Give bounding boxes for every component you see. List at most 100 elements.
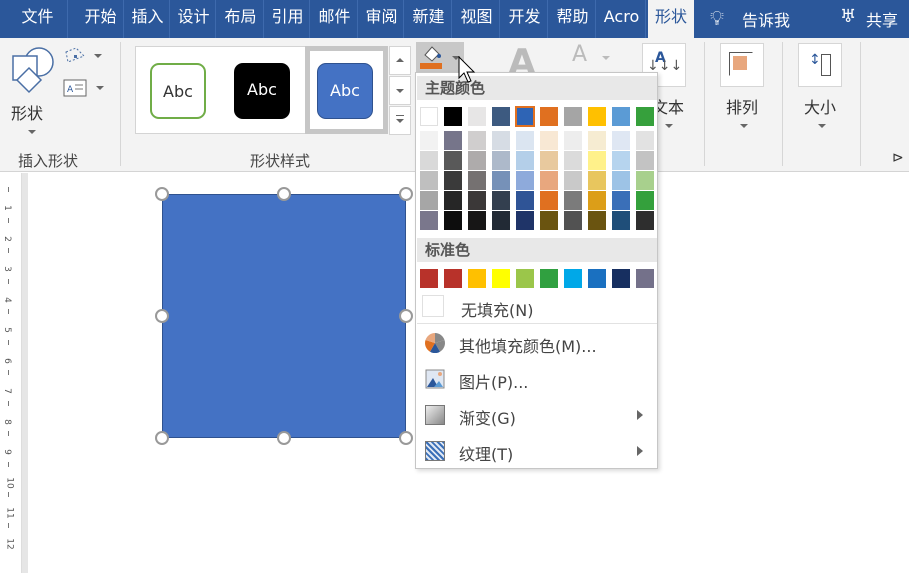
tab-1[interactable]: 开始 xyxy=(78,0,124,38)
theme-color-swatch[interactable] xyxy=(612,107,630,126)
theme-shade-swatch[interactable] xyxy=(540,191,558,210)
theme-shade-swatch[interactable] xyxy=(636,191,654,210)
theme-color-swatch[interactable] xyxy=(588,107,606,126)
theme-color-swatch[interactable] xyxy=(564,107,582,126)
theme-shade-swatch[interactable] xyxy=(492,171,510,190)
theme-shade-swatch[interactable] xyxy=(588,151,606,170)
theme-shade-swatch[interactable] xyxy=(636,171,654,190)
tab-2[interactable]: 插入 xyxy=(126,0,170,38)
resize-handle[interactable] xyxy=(155,187,169,201)
gallery-scroll-down[interactable] xyxy=(389,76,411,105)
standard-color-swatch[interactable] xyxy=(492,269,510,288)
theme-shade-swatch[interactable] xyxy=(420,131,438,150)
theme-shade-swatch[interactable] xyxy=(612,131,630,150)
gallery-scroll-up[interactable] xyxy=(389,46,411,75)
standard-color-swatch[interactable] xyxy=(540,269,558,288)
tab-13[interactable]: 形状 xyxy=(648,0,694,38)
lightbulb-icon[interactable]: 💡︎ xyxy=(710,6,724,30)
theme-shade-swatch[interactable] xyxy=(588,131,606,150)
theme-shade-swatch[interactable] xyxy=(516,131,534,150)
theme-shade-swatch[interactable] xyxy=(444,151,462,170)
tab-0[interactable]: 文件 xyxy=(8,0,68,38)
standard-color-swatch[interactable] xyxy=(444,269,462,288)
shape-fill-button[interactable] xyxy=(416,42,464,72)
theme-shade-swatch[interactable] xyxy=(540,211,558,230)
theme-shade-swatch[interactable] xyxy=(516,151,534,170)
theme-color-swatch[interactable] xyxy=(468,107,486,126)
theme-shade-swatch[interactable] xyxy=(612,211,630,230)
tab-5[interactable]: 引用 xyxy=(266,0,310,38)
tab-4[interactable]: 布局 xyxy=(218,0,264,38)
tab-9[interactable]: 视图 xyxy=(454,0,500,38)
theme-shade-swatch[interactable] xyxy=(492,191,510,210)
theme-shade-swatch[interactable] xyxy=(444,211,462,230)
standard-color-swatch[interactable] xyxy=(588,269,606,288)
theme-shade-swatch[interactable] xyxy=(564,211,582,230)
theme-shade-swatch[interactable] xyxy=(468,191,486,210)
theme-shade-swatch[interactable] xyxy=(588,171,606,190)
style-preset-blue[interactable]: Abc xyxy=(317,63,373,119)
size-button[interactable]: ↕ 大小 xyxy=(796,38,846,138)
texture-fill-item[interactable]: 纹理(T) xyxy=(417,434,657,468)
tab-10[interactable]: 开发 xyxy=(502,0,548,38)
theme-shade-swatch[interactable] xyxy=(636,131,654,150)
standard-color-swatch[interactable] xyxy=(564,269,582,288)
share-button[interactable]: 共享 xyxy=(866,7,898,31)
theme-shade-swatch[interactable] xyxy=(516,211,534,230)
theme-shade-swatch[interactable] xyxy=(420,211,438,230)
theme-shade-swatch[interactable] xyxy=(564,191,582,210)
collapse-ribbon-icon[interactable]: ⊳ xyxy=(892,150,904,166)
tell-me-button[interactable]: 告诉我 xyxy=(742,7,790,31)
text-box-button[interactable]: A xyxy=(62,78,104,100)
theme-color-swatch[interactable] xyxy=(636,107,654,126)
theme-shade-swatch[interactable] xyxy=(516,191,534,210)
gradient-fill-item[interactable]: 渐变(G) xyxy=(417,398,657,432)
resize-handle[interactable] xyxy=(277,187,291,201)
theme-color-swatch[interactable] xyxy=(540,107,558,126)
theme-shade-swatch[interactable] xyxy=(492,211,510,230)
theme-color-swatch[interactable] xyxy=(515,106,535,127)
theme-shade-swatch[interactable] xyxy=(636,211,654,230)
theme-shade-swatch[interactable] xyxy=(444,171,462,190)
theme-shade-swatch[interactable] xyxy=(420,191,438,210)
standard-color-swatch[interactable] xyxy=(468,269,486,288)
shapes-button[interactable]: 形状 xyxy=(4,42,56,138)
arrange-button[interactable]: 排列 xyxy=(718,38,768,138)
theme-shade-swatch[interactable] xyxy=(540,171,558,190)
theme-shade-swatch[interactable] xyxy=(588,211,606,230)
theme-shade-swatch[interactable] xyxy=(444,131,462,150)
theme-shade-swatch[interactable] xyxy=(540,131,558,150)
theme-color-swatch[interactable] xyxy=(444,107,462,126)
theme-shade-swatch[interactable] xyxy=(612,171,630,190)
resize-handle[interactable] xyxy=(155,431,169,445)
tab-6[interactable]: 邮件 xyxy=(312,0,358,38)
standard-color-swatch[interactable] xyxy=(636,269,654,288)
tab-7[interactable]: 审阅 xyxy=(360,0,404,38)
resize-handle[interactable] xyxy=(399,187,413,201)
theme-color-swatch[interactable] xyxy=(492,107,510,126)
theme-shade-swatch[interactable] xyxy=(612,191,630,210)
theme-shade-swatch[interactable] xyxy=(420,151,438,170)
theme-shade-swatch[interactable] xyxy=(564,151,582,170)
standard-color-swatch[interactable] xyxy=(516,269,534,288)
resize-handle[interactable] xyxy=(399,309,413,323)
style-preset-black[interactable]: Abc xyxy=(234,63,290,119)
gallery-more-button[interactable] xyxy=(389,106,411,135)
tab-11[interactable]: 帮助 xyxy=(550,0,596,38)
theme-shade-swatch[interactable] xyxy=(444,191,462,210)
theme-shade-swatch[interactable] xyxy=(564,171,582,190)
resize-handle[interactable] xyxy=(155,309,169,323)
edit-shape-button[interactable] xyxy=(62,46,104,68)
selected-rectangle-shape[interactable] xyxy=(162,194,406,438)
theme-shade-swatch[interactable] xyxy=(516,171,534,190)
theme-shade-swatch[interactable] xyxy=(468,131,486,150)
theme-shade-swatch[interactable] xyxy=(468,171,486,190)
resize-handle[interactable] xyxy=(399,431,413,445)
theme-shade-swatch[interactable] xyxy=(492,131,510,150)
person-icon[interactable]: ♅ xyxy=(840,6,856,27)
theme-shade-swatch[interactable] xyxy=(420,171,438,190)
theme-shade-swatch[interactable] xyxy=(468,151,486,170)
no-fill-item[interactable]: 无填充(N) xyxy=(417,290,657,324)
picture-fill-item[interactable]: 图片(P)... xyxy=(417,362,657,396)
theme-color-swatch[interactable] xyxy=(420,107,438,126)
